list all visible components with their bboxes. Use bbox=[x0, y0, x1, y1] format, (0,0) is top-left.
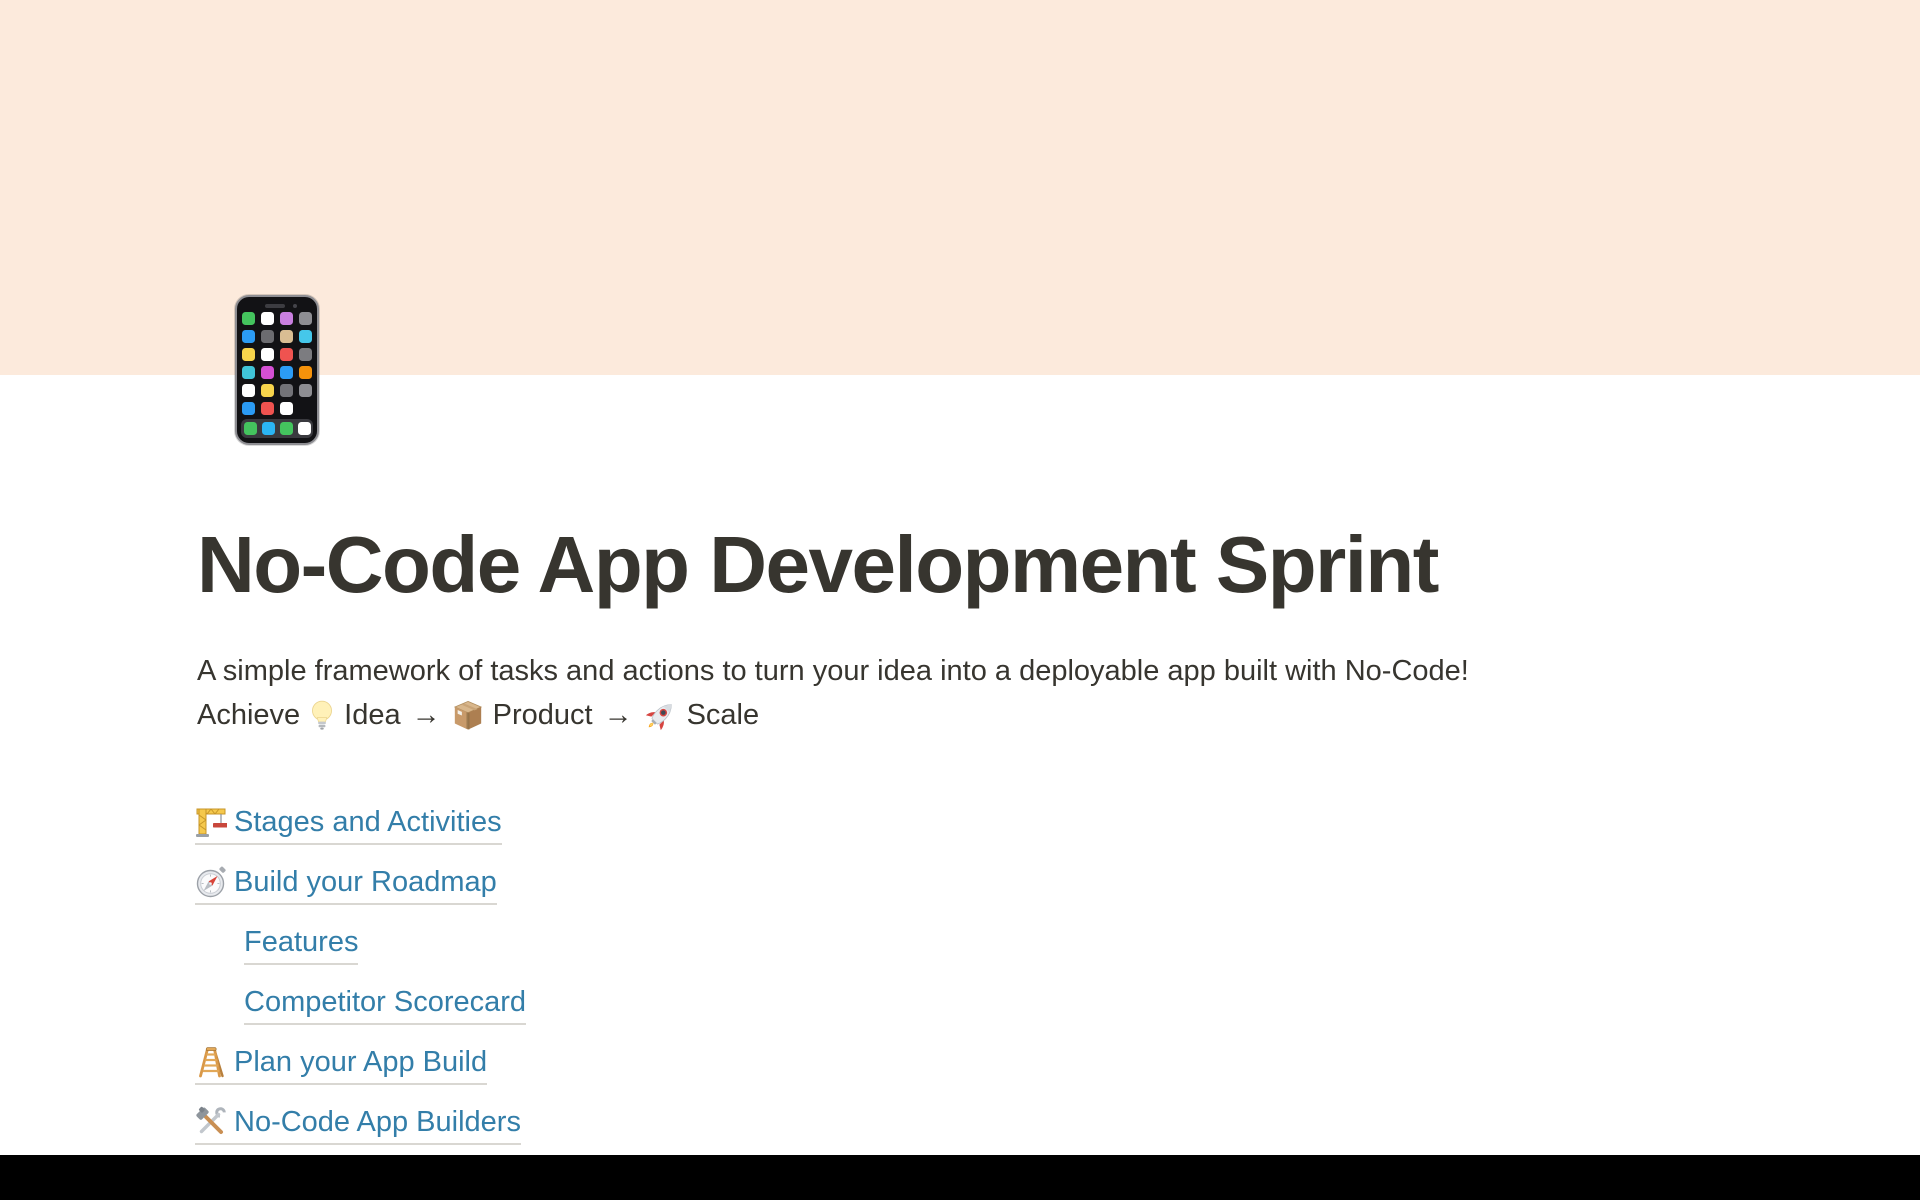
hammer-and-wrench-icon bbox=[195, 1106, 227, 1138]
page-link-features[interactable]: Features bbox=[244, 925, 1920, 971]
phone-app-tile bbox=[261, 312, 274, 325]
page-content: No-Code App Development Sprint A simple … bbox=[0, 375, 1920, 1165]
page-title[interactable]: No-Code App Development Sprint bbox=[197, 525, 1920, 605]
ladder-icon bbox=[195, 1046, 227, 1078]
description-product: Product bbox=[493, 693, 593, 737]
package-box-icon bbox=[452, 700, 484, 731]
page-link-build-your-roadmap[interactable]: Build your Roadmap bbox=[195, 865, 1920, 911]
description-line1: A simple framework of tasks and actions … bbox=[197, 649, 1677, 693]
page-links-list: Stages and Activities Build your Roadmap bbox=[195, 805, 1920, 1151]
phone-app-tile bbox=[299, 330, 312, 343]
phone-app-tile bbox=[261, 348, 274, 361]
description-idea: Idea bbox=[344, 693, 400, 737]
description-line2: Achieve Idea → Prod bbox=[197, 693, 1677, 737]
phone-camera-dot bbox=[293, 304, 297, 308]
phone-app-tile bbox=[280, 330, 293, 343]
page-link-plan-your-app-build[interactable]: Plan your App Build bbox=[195, 1045, 1920, 1091]
phone-app-tile bbox=[261, 330, 274, 343]
compass-icon bbox=[195, 866, 227, 898]
phone-app-tile bbox=[280, 312, 293, 325]
bottom-black-bar bbox=[0, 1155, 1920, 1200]
phone-app-tile bbox=[280, 348, 293, 361]
link-label: Competitor Scorecard bbox=[244, 985, 526, 1019]
phone-app-tile bbox=[299, 312, 312, 325]
link-label: Build your Roadmap bbox=[234, 865, 497, 899]
rocket-icon bbox=[644, 698, 678, 732]
page-description[interactable]: A simple framework of tasks and actions … bbox=[197, 649, 1677, 737]
notion-page: No-Code App Development Sprint A simple … bbox=[0, 0, 1920, 1200]
phone-app-tile bbox=[242, 330, 255, 343]
link-label: Stages and Activities bbox=[234, 805, 502, 839]
link-label: Features bbox=[244, 925, 358, 959]
arrow-right-glyph: → bbox=[602, 693, 635, 737]
phone-speaker bbox=[265, 304, 285, 308]
phone-app-tile bbox=[242, 348, 255, 361]
page-link-no-code-app-builders[interactable]: No-Code App Builders bbox=[195, 1105, 1920, 1151]
arrow-right-glyph: → bbox=[410, 693, 443, 737]
description-achieve: Achieve bbox=[197, 693, 300, 737]
description-scale: Scale bbox=[687, 693, 760, 737]
phone-app-tile bbox=[299, 348, 312, 361]
light-bulb-icon bbox=[309, 698, 335, 732]
page-link-stages-and-activities[interactable]: Stages and Activities bbox=[195, 805, 1920, 851]
building-construction-crane-icon bbox=[195, 806, 227, 838]
link-label: Plan your App Build bbox=[234, 1045, 487, 1079]
link-label: No-Code App Builders bbox=[234, 1105, 521, 1139]
page-link-competitor-scorecard[interactable]: Competitor Scorecard bbox=[244, 985, 1920, 1031]
phone-app-tile bbox=[242, 312, 255, 325]
